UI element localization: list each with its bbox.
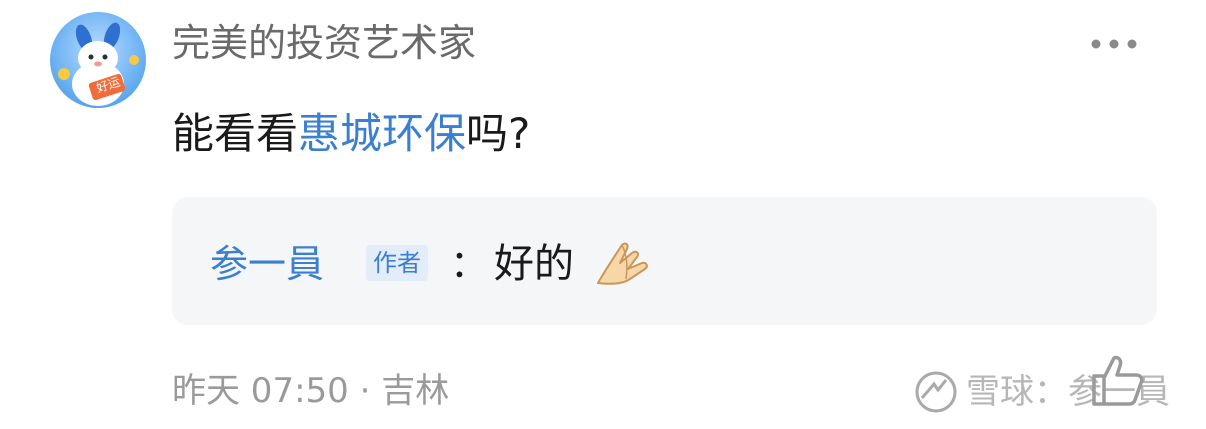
location: 吉林 [381, 371, 450, 411]
more-dots-icon[interactable] [1088, 36, 1140, 52]
post-content: 能看看惠城环保吗? [172, 104, 530, 164]
author-badge: 作者 [366, 245, 428, 281]
content-suffix: 吗? [466, 109, 531, 158]
snowball-logo-icon [915, 371, 957, 413]
meta-separator: · [359, 371, 371, 411]
user-avatar[interactable]: 好运 [50, 12, 146, 108]
stock-link[interactable]: 惠城环保 [298, 109, 466, 158]
thumbs-up-icon[interactable] [1086, 350, 1146, 410]
praying-hands-icon [597, 242, 648, 285]
username[interactable]: 完美的投资艺术家 [172, 18, 476, 68]
reply-text: 好的 [494, 241, 574, 287]
content-prefix: 能看看 [172, 109, 299, 158]
post-meta: 昨天 07:50 · 吉林 [172, 366, 449, 416]
reply-colon: ： [450, 242, 489, 286]
timestamp: 昨天 07:50 [172, 371, 349, 411]
reply-box[interactable]: 参一員 作者 ： 好的 [172, 197, 1157, 325]
reply-author[interactable]: 参一員 [210, 237, 324, 291]
